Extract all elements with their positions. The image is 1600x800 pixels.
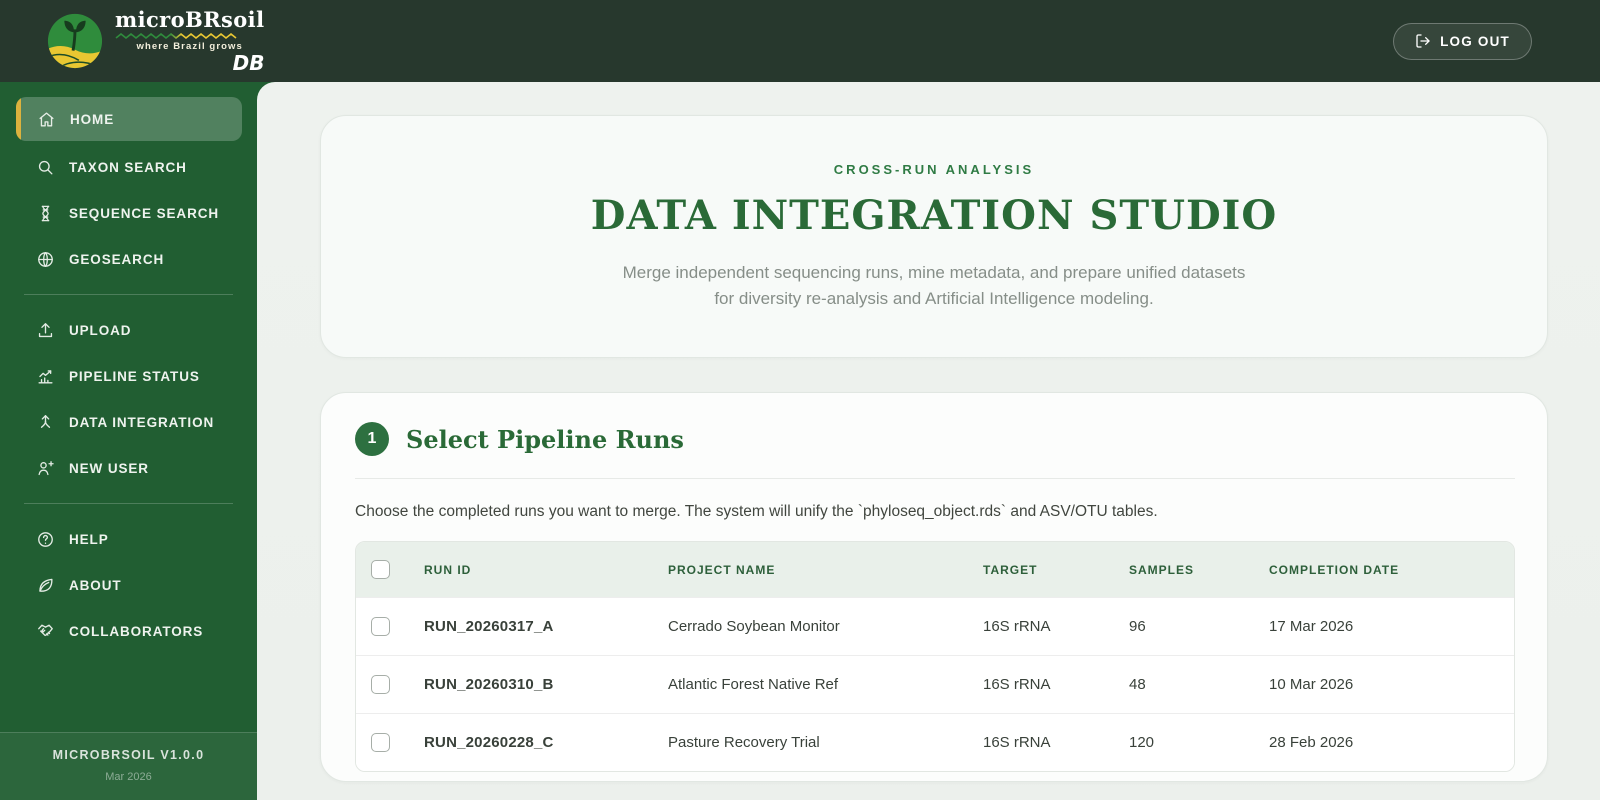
topbar: microBRsoil where Brazil grows DB LOG OU…	[0, 0, 1600, 82]
hero-subtitle-line1: Merge independent sequencing runs, mine …	[622, 263, 1246, 282]
sidebar-item-label: DATA INTEGRATION	[69, 414, 215, 430]
sidebar-item-upload[interactable]: UPLOAD	[0, 307, 257, 353]
sidebar-footer: MICROBRSOIL V1.0.0 Mar 2026	[0, 732, 257, 800]
table-row: RUN_20260317_A Cerrado Soybean Monitor 16S…	[356, 597, 1514, 655]
brand-suffix: DB	[232, 50, 265, 75]
sidebar-item-collaborators[interactable]: COLLABORATORS	[0, 608, 257, 654]
run-id-cell: RUN_20260228_C	[420, 713, 664, 771]
dna-icon	[36, 204, 55, 223]
sidebar-item-label: PIPELINE STATUS	[69, 368, 200, 384]
divider	[355, 478, 1515, 479]
sprout-field-logo-icon	[46, 12, 104, 70]
select-all-checkbox[interactable]	[371, 560, 390, 579]
sidebar-item-data-integration[interactable]: DATA INTEGRATION	[0, 399, 257, 445]
sidebar-item-home[interactable]: HOME	[16, 97, 242, 141]
help-icon	[36, 530, 55, 549]
row-checkbox[interactable]	[371, 675, 390, 694]
pipeline-runs-table: RUN ID PROJECT NAME TARGET SAMPLES COMPL…	[355, 541, 1515, 772]
sidebar-item-taxon-search[interactable]: TAXON SEARCH	[0, 144, 257, 190]
column-header-completion-date: COMPLETION DATE	[1269, 562, 1400, 577]
project-name-cell: Atlantic Forest Native Ref	[664, 655, 979, 713]
upload-icon	[36, 321, 55, 340]
select-runs-card: 1 Select Pipeline Runs Choose the comple…	[320, 392, 1548, 782]
user-plus-icon	[36, 459, 55, 478]
search-icon	[36, 158, 55, 177]
sidebar-item-label: SEQUENCE SEARCH	[69, 205, 220, 221]
sidebar: HOME TAXON SEARCH SEQUENCE SEARCH GEOSEARCH…	[0, 82, 257, 800]
completion-date-cell: 28 Feb 2026	[1265, 713, 1514, 771]
sidebar-divider	[24, 503, 233, 504]
column-header-target: TARGET	[983, 562, 1038, 577]
sidebar-nav: HOME TAXON SEARCH SEQUENCE SEARCH GEOSEARCH…	[0, 97, 257, 654]
hero-card: CROSS-RUN ANALYSIS DATA INTEGRATION STUD…	[320, 115, 1548, 358]
logout-icon	[1416, 34, 1430, 48]
row-checkbox[interactable]	[371, 617, 390, 636]
project-name-cell: Pasture Recovery Trial	[664, 713, 979, 771]
sidebar-item-about[interactable]: ABOUT	[0, 562, 257, 608]
target-cell: 16S rRNA	[979, 655, 1125, 713]
sidebar-item-label: HELP	[69, 531, 109, 547]
hero-subtitle: Merge independent sequencing runs, mine …	[623, 260, 1246, 311]
sidebar-divider	[24, 294, 233, 295]
step-description: Choose the completed runs you want to me…	[355, 503, 1158, 520]
completion-date-cell: 10 Mar 2026	[1265, 655, 1514, 713]
sidebar-item-new-user[interactable]: NEW USER	[0, 445, 257, 491]
logout-button[interactable]: LOG OUT	[1393, 22, 1532, 60]
samples-cell: 120	[1125, 713, 1265, 771]
hero-subtitle-line2: for diversity re-analysis and Artificial…	[714, 288, 1154, 308]
sidebar-item-label: TAXON SEARCH	[69, 159, 187, 175]
samples-cell: 48	[1125, 655, 1265, 713]
sidebar-item-label: NEW USER	[69, 460, 149, 476]
run-id-cell: RUN_20260310_B	[420, 655, 664, 713]
merge-icon	[36, 413, 55, 432]
sidebar-item-label: HOME	[70, 111, 115, 127]
app-version-date: Mar 2026	[105, 771, 152, 783]
globe-icon	[36, 250, 55, 269]
sidebar-item-pipeline-status[interactable]: PIPELINE STATUS	[0, 353, 257, 399]
brand-logo: microBRsoil where Brazil grows DB	[46, 9, 264, 73]
leaf-icon	[36, 576, 55, 595]
brand-name: microBRsoil	[115, 7, 265, 33]
sidebar-item-help[interactable]: HELP	[0, 516, 257, 562]
chart-icon	[36, 367, 55, 386]
sidebar-item-label: GEOSEARCH	[69, 251, 165, 267]
column-header-project-name: PROJECT NAME	[668, 562, 776, 577]
project-name-cell: Cerrado Soybean Monitor	[664, 597, 979, 655]
sidebar-item-sequence-search[interactable]: SEQUENCE SEARCH	[0, 190, 257, 236]
row-checkbox[interactable]	[371, 733, 390, 752]
column-header-samples: SAMPLES	[1129, 562, 1195, 577]
step-title: Select Pipeline Runs	[406, 424, 684, 454]
run-id-cell: RUN_20260317_A	[420, 597, 664, 655]
sidebar-item-label: ABOUT	[69, 577, 122, 593]
page-title: DATA INTEGRATION STUDIO	[590, 192, 1278, 239]
samples-cell: 96	[1125, 597, 1265, 655]
logo-underline	[115, 33, 237, 40]
table-row: RUN_20260310_B Atlantic Forest Native Ref…	[356, 655, 1514, 713]
step-header: 1 Select Pipeline Runs	[355, 393, 1515, 478]
app-version: MICROBRSOIL V1.0.0	[52, 748, 205, 762]
sidebar-item-geosearch[interactable]: GEOSEARCH	[0, 236, 257, 282]
table-header-row: RUN ID PROJECT NAME TARGET SAMPLES COMPL…	[356, 542, 1514, 597]
completion-date-cell: 17 Mar 2026	[1265, 597, 1514, 655]
column-header-run-id: RUN ID	[424, 562, 472, 577]
sidebar-item-label: COLLABORATORS	[69, 623, 204, 639]
hero-eyebrow: CROSS-RUN ANALYSIS	[833, 162, 1035, 177]
table-row: RUN_20260228_C Pasture Recovery Trial 16S …	[356, 713, 1514, 771]
step-number-badge: 1	[355, 422, 389, 456]
target-cell: 16S rRNA	[979, 713, 1125, 771]
logout-label: LOG OUT	[1440, 33, 1510, 49]
home-icon	[37, 110, 56, 129]
main-content: CROSS-RUN ANALYSIS DATA INTEGRATION STUD…	[257, 82, 1600, 800]
target-cell: 16S rRNA	[979, 597, 1125, 655]
handshake-icon	[36, 622, 55, 641]
sidebar-item-label: UPLOAD	[69, 322, 132, 338]
